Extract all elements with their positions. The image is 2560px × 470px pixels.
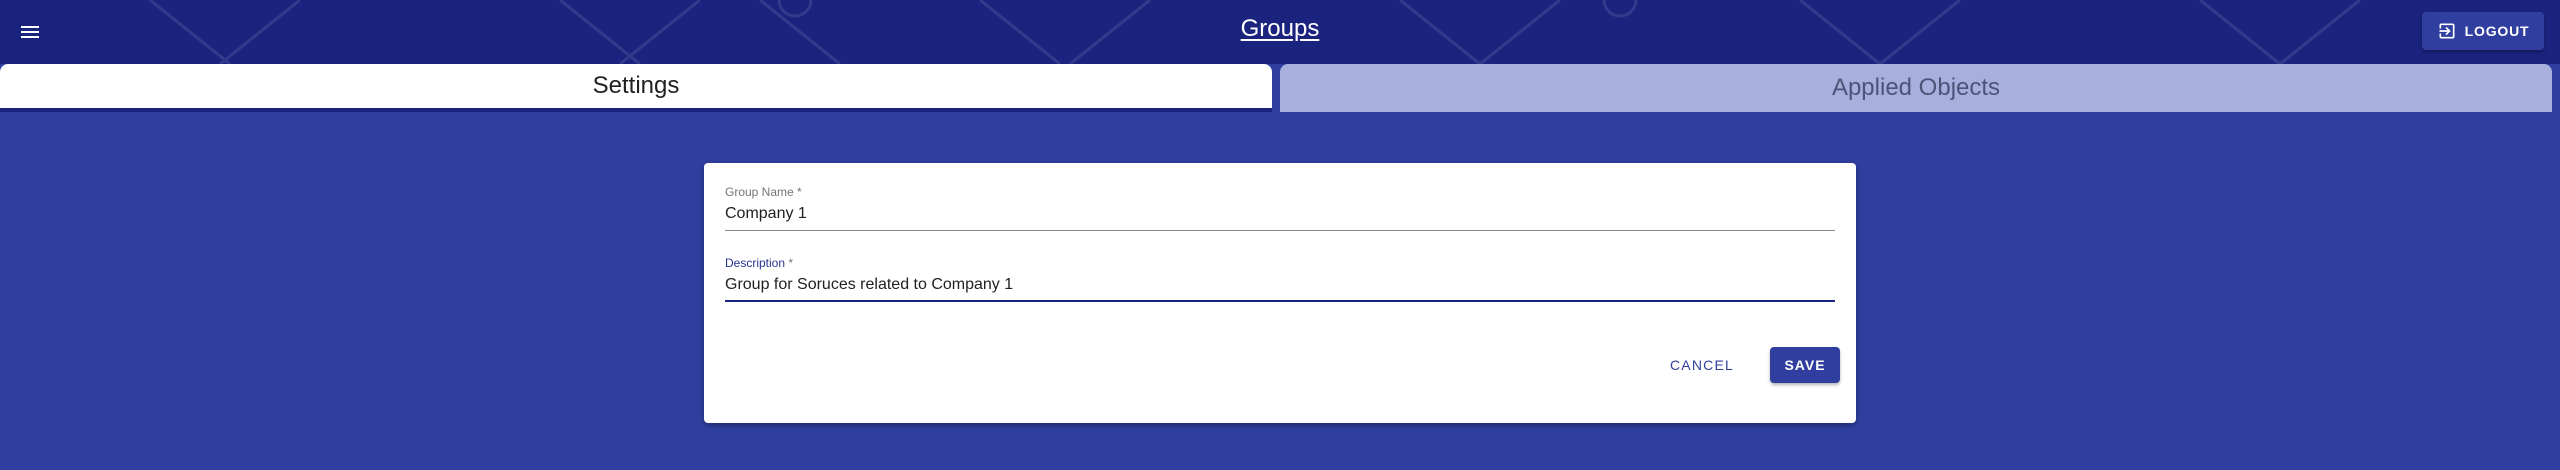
description-label: Description * xyxy=(725,256,1835,270)
app-bar: Groups LOGOUT xyxy=(0,0,2560,64)
tab-applied-objects[interactable]: Applied Objects xyxy=(1280,64,2552,112)
description-field: Description * xyxy=(725,256,1835,302)
save-button[interactable]: SAVE xyxy=(1770,347,1840,383)
menu-icon xyxy=(21,26,39,38)
logout-button[interactable]: LOGOUT xyxy=(2422,12,2544,50)
page-title[interactable]: Groups xyxy=(1241,15,1320,42)
required-mark: * xyxy=(788,256,794,270)
description-label-text: Description xyxy=(725,256,786,270)
required-mark: * xyxy=(797,185,802,199)
cancel-button[interactable]: CANCEL xyxy=(1656,349,1748,381)
logout-label: LOGOUT xyxy=(2464,23,2530,39)
logout-icon xyxy=(2439,23,2455,39)
tab-bar: Settings Applied Objects xyxy=(0,64,2560,114)
group-name-field: Group Name * xyxy=(725,185,1835,231)
tab-settings[interactable]: Settings xyxy=(0,64,1272,112)
group-form-card: Group Name * Description * CANCEL SAVE xyxy=(704,163,1856,423)
menu-button[interactable] xyxy=(14,16,46,48)
group-name-input[interactable] xyxy=(725,203,1835,231)
form-actions: CANCEL SAVE xyxy=(1656,347,1840,383)
description-input[interactable] xyxy=(725,274,1835,302)
group-name-label: Group Name * xyxy=(725,185,1835,199)
group-name-label-text: Group Name xyxy=(725,185,794,199)
